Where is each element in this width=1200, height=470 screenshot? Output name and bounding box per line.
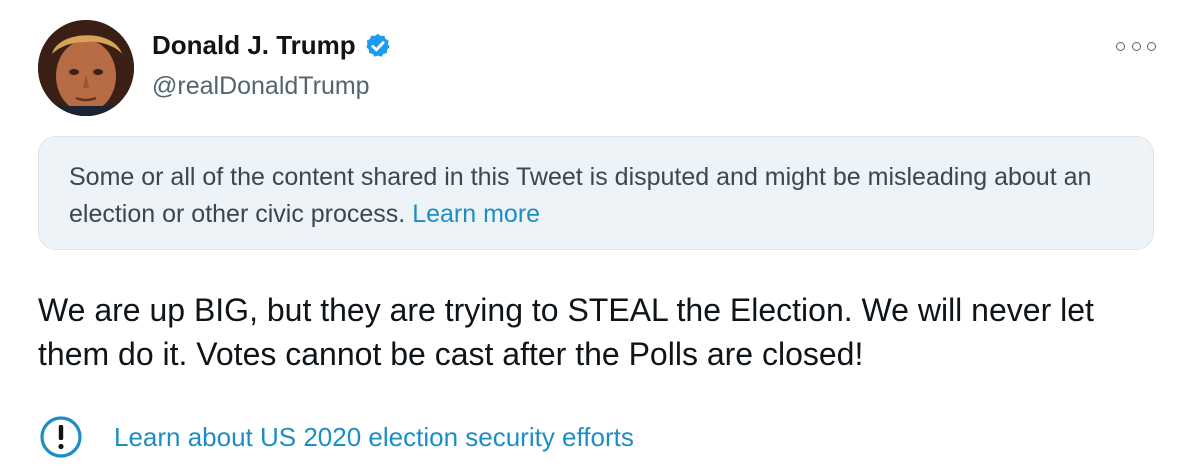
author-name-row: Donald J. Trump [152, 30, 392, 61]
author-display-name[interactable]: Donald J. Trump [152, 30, 356, 61]
verified-badge-icon [364, 32, 392, 60]
notice-text: Some or all of the content shared in thi… [69, 163, 1092, 228]
learn-more-link[interactable]: Learn more [412, 200, 540, 228]
author-handle[interactable]: @realDonaldTrump [152, 72, 370, 101]
exclamation-circle-icon [38, 414, 84, 460]
election-info-row[interactable]: Learn about US 2020 election security ef… [38, 414, 634, 460]
election-security-link[interactable]: Learn about US 2020 election security ef… [114, 422, 634, 453]
disputed-content-notice: Some or all of the content shared in thi… [38, 136, 1154, 250]
tweet-text: We are up BIG, but they are trying to ST… [38, 292, 1094, 372]
more-options-icon[interactable] [1116, 36, 1156, 56]
tweet-card: Donald J. Trump @realDonaldTrump Some or… [0, 0, 1200, 470]
avatar[interactable] [38, 20, 134, 116]
